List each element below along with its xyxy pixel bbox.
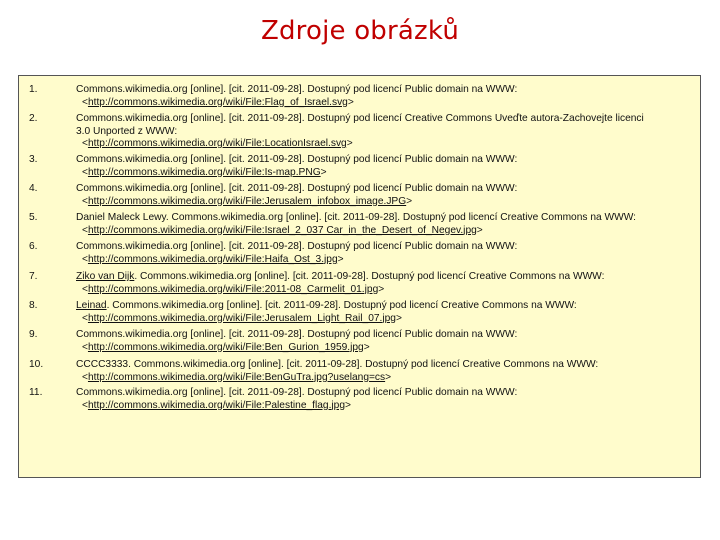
reference-number: 11.: [29, 387, 43, 398]
reference-text: Commons.wikimedia.org [online]. [cit. 20…: [76, 387, 517, 412]
reference-line-text: . Commons.wikimedia.org [online]. [cit. …: [106, 300, 577, 311]
reference-text: Commons.wikimedia.org [online]. [cit. 20…: [76, 183, 517, 208]
reference-number: 8.: [29, 300, 38, 311]
reference-text: Commons.wikimedia.org [online]. [cit. 20…: [76, 84, 517, 109]
reference-number: 2.: [29, 113, 38, 124]
reference-line: 3.0 Unported z WWW:: [76, 126, 644, 139]
reference-number: 4.: [29, 183, 38, 194]
reference-link-line: <http://commons.wikimedia.org/wiki/File:…: [76, 342, 517, 355]
reference-line: Daniel Maleck Lewy. Commons.wikimedia.or…: [76, 212, 636, 225]
reference-link-line: <http://commons.wikimedia.org/wiki/File:…: [76, 225, 636, 238]
reference-line: Commons.wikimedia.org [online]. [cit. 20…: [76, 84, 517, 97]
reference-text: Daniel Maleck Lewy. Commons.wikimedia.or…: [76, 212, 636, 237]
reference-link-line: <http://commons.wikimedia.org/wiki/File:…: [76, 167, 517, 180]
reference-line: Commons.wikimedia.org [online]. [cit. 20…: [76, 113, 644, 126]
reference-link-line: <http://commons.wikimedia.org/wiki/File:…: [76, 284, 604, 297]
link-close-bracket: >: [347, 96, 354, 108]
reference-url-link[interactable]: http://commons.wikimedia.org/wiki/File:F…: [88, 97, 348, 108]
reference-line-text: Commons.wikimedia.org [online]. [cit. 20…: [76, 84, 518, 95]
link-close-bracket: >: [406, 195, 413, 207]
reference-text: Ziko van Dijk. Commons.wikimedia.org [on…: [76, 271, 604, 296]
reference-number: 3.: [29, 154, 38, 165]
link-close-bracket: >: [395, 312, 402, 324]
reference-line: Ziko van Dijk. Commons.wikimedia.org [on…: [76, 271, 604, 284]
reference-url-link[interactable]: http://commons.wikimedia.org/wiki/File:H…: [88, 254, 338, 265]
reference-text: Leinad. Commons.wikimedia.org [online]. …: [76, 300, 577, 325]
link-close-bracket: >: [476, 224, 483, 236]
reference-text: Commons.wikimedia.org [online]. [cit. 20…: [76, 329, 517, 354]
reference-line-text: 3.0 Unported z WWW:: [76, 125, 178, 137]
reference-text: CCCC3333. Commons.wikimedia.org [online]…: [76, 359, 598, 384]
reference-line-text: Commons.wikimedia.org [online]. [cit. 20…: [76, 241, 518, 252]
reference-line: Commons.wikimedia.org [online]. [cit. 20…: [76, 154, 517, 167]
reference-line-text: Commons.wikimedia.org [online]. [cit. 20…: [76, 329, 518, 340]
reference-url-link[interactable]: http://commons.wikimedia.org/wiki/File:J…: [88, 313, 396, 324]
link-close-bracket: >: [363, 341, 370, 353]
reference-link-line: <http://commons.wikimedia.org/wiki/File:…: [76, 138, 644, 151]
reference-line-text: Commons.wikimedia.org [online]. [cit. 20…: [76, 387, 518, 398]
reference-line-text: Commons.wikimedia.org [online]. [cit. 20…: [76, 154, 518, 165]
reference-number: 6.: [29, 241, 38, 252]
references-box: 1. Commons.wikimedia.org [online]. [cit. …: [18, 75, 701, 478]
reference-url-link[interactable]: http://commons.wikimedia.org/wiki/File:P…: [88, 400, 345, 411]
reference-link-line: <http://commons.wikimedia.org/wiki/File:…: [76, 400, 517, 413]
reference-link-line: <http://commons.wikimedia.org/wiki/File:…: [76, 313, 577, 326]
reference-url-link[interactable]: http://commons.wikimedia.org/wiki/File:2…: [88, 284, 378, 295]
reference-number: 7.: [29, 271, 38, 282]
slide-title: Zdroje obrázků: [260, 16, 460, 46]
link-close-bracket: >: [385, 371, 392, 383]
reference-number: 9.: [29, 329, 38, 340]
reference-url-link[interactable]: http://commons.wikimedia.org/wiki/File:J…: [88, 196, 406, 207]
reference-text: Commons.wikimedia.org [online]. [cit. 20…: [76, 241, 517, 266]
reference-url-link[interactable]: http://commons.wikimedia.org/wiki/File:I…: [88, 167, 321, 178]
reference-link-line: <http://commons.wikimedia.org/wiki/File:…: [76, 254, 517, 267]
reference-url-link[interactable]: http://commons.wikimedia.org/wiki/File:B…: [88, 372, 385, 383]
reference-link-line: <http://commons.wikimedia.org/wiki/File:…: [76, 196, 517, 209]
reference-link-line: <http://commons.wikimedia.org/wiki/File:…: [76, 372, 598, 385]
reference-line-text: . Commons.wikimedia.org [online]. [cit. …: [134, 271, 605, 282]
reference-link-line: <http://commons.wikimedia.org/wiki/File:…: [76, 97, 517, 110]
reference-line: Commons.wikimedia.org [online]. [cit. 20…: [76, 183, 517, 196]
reference-line: Commons.wikimedia.org [online]. [cit. 20…: [76, 241, 517, 254]
reference-line: CCCC3333. Commons.wikimedia.org [online]…: [76, 359, 598, 372]
reference-author-link[interactable]: Ziko van Dijk: [76, 271, 134, 282]
reference-url-link[interactable]: http://commons.wikimedia.org/wiki/File:B…: [88, 342, 364, 353]
link-close-bracket: >: [345, 399, 351, 411]
link-close-bracket: >: [337, 253, 344, 265]
reference-url-link[interactable]: http://commons.wikimedia.org/wiki/File:I…: [88, 225, 477, 236]
link-close-bracket: >: [346, 138, 353, 150]
link-close-bracket: >: [320, 166, 327, 178]
reference-author-link[interactable]: Leinad: [76, 300, 107, 311]
reference-line-text: Commons.wikimedia.org [online]. [cit. 20…: [76, 113, 644, 124]
reference-text: Commons.wikimedia.org [online]. [cit. 20…: [76, 113, 644, 151]
reference-line: Commons.wikimedia.org [online]. [cit. 20…: [76, 387, 517, 400]
reference-line-text: CCCC3333. Commons.wikimedia.org [online]…: [76, 359, 599, 370]
reference-url-link[interactable]: http://commons.wikimedia.org/wiki/File:L…: [88, 138, 347, 149]
reference-line-text: Daniel Maleck Lewy. Commons.wikimedia.or…: [76, 212, 636, 223]
reference-line-text: Commons.wikimedia.org [online]. [cit. 20…: [76, 183, 518, 194]
reference-line: Commons.wikimedia.org [online]. [cit. 20…: [76, 329, 517, 342]
reference-number: 5.: [29, 212, 38, 223]
reference-line: Leinad. Commons.wikimedia.org [online]. …: [76, 300, 577, 313]
reference-number: 10.: [29, 359, 44, 370]
link-close-bracket: >: [378, 283, 385, 295]
reference-number: 1.: [29, 84, 38, 95]
reference-text: Commons.wikimedia.org [online]. [cit. 20…: [76, 154, 517, 179]
